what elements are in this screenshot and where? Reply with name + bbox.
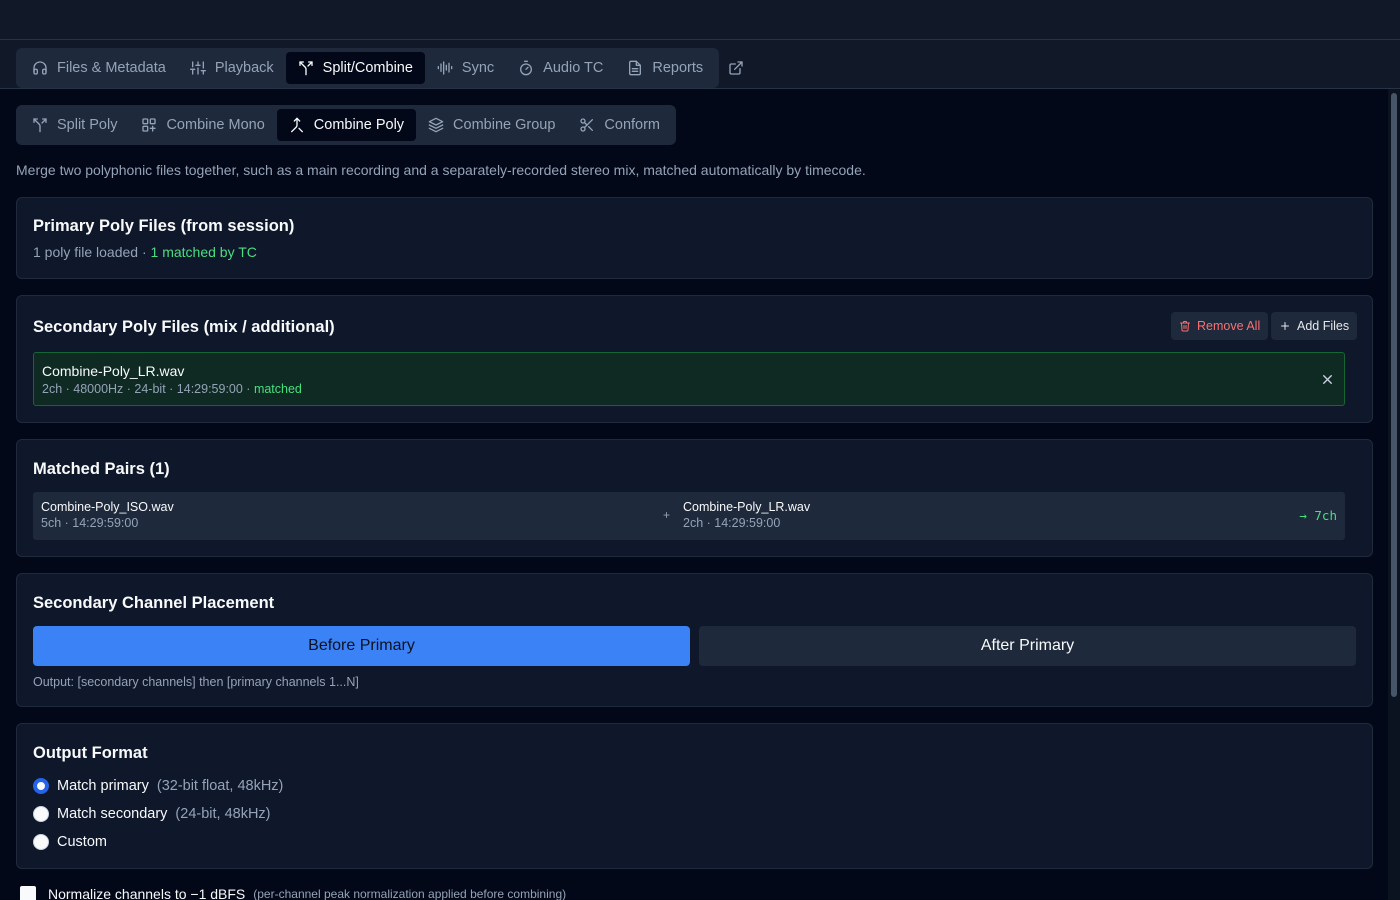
- card-title: Matched Pairs (1): [33, 460, 170, 478]
- tab-playback[interactable]: Playback: [178, 52, 286, 84]
- close-icon[interactable]: [1320, 372, 1335, 387]
- radio-button[interactable]: [33, 806, 49, 822]
- main-tab-group: Files & Metadata Playback Split/Combine …: [16, 48, 720, 88]
- file-details: 2ch · 48000Hz · 24-bit · 14:29:59:00 · m…: [42, 382, 302, 396]
- split-icon: [33, 118, 47, 133]
- tab-combine-poly[interactable]: Combine Poly: [276, 109, 417, 141]
- tab-label: Conform: [604, 117, 661, 133]
- card-title: Secondary Poly Files (mix / additional): [33, 318, 335, 336]
- split-icon: [298, 61, 313, 76]
- tab-reports[interactable]: Reports: [615, 52, 715, 84]
- primary-status: 1 poly file loaded · 1 matched by TC: [33, 244, 257, 260]
- secondary-file-item: Combine-Poly_LR.wav 2ch · 48000Hz · 24-b…: [33, 352, 1345, 406]
- secondary-files-card: Secondary Poly Files (mix / additional) …: [16, 295, 1373, 423]
- timer-icon: [520, 60, 533, 76]
- radio-button[interactable]: [33, 778, 49, 794]
- matched-count: 1 matched by TC: [150, 244, 257, 260]
- channel-result: → 7ch: [1299, 508, 1337, 523]
- tab-label: Reports: [652, 60, 704, 76]
- waveform-icon: [437, 61, 453, 75]
- sub-tab-group: Split Poly Combine Mono Combine Poly Com…: [16, 105, 677, 145]
- loaded-count: 1 poly file loaded ·: [33, 244, 151, 260]
- radio-detail: (32-bit float, 48kHz): [156, 778, 284, 794]
- remove-all-button[interactable]: Remove All: [1171, 312, 1269, 340]
- before-primary-button[interactable]: Before Primary: [33, 626, 690, 666]
- tab-label: Playback: [214, 60, 274, 76]
- scissors-icon: [580, 118, 594, 132]
- radio-label: Match primary: [57, 778, 149, 794]
- button-label: Add Files: [1297, 319, 1350, 333]
- output-format-card: Output Format Match primary (32-bit floa…: [16, 723, 1373, 869]
- card-title: Secondary Channel Placement: [33, 594, 275, 612]
- scrollbar-thumb[interactable]: [1391, 93, 1397, 697]
- scrollbar[interactable]: [1388, 89, 1400, 900]
- match-status: matched: [253, 382, 302, 396]
- output-note: Output: [secondary channels] then [prima…: [33, 675, 359, 689]
- tab-label: Audio TC: [543, 60, 604, 76]
- sliders-icon: [189, 61, 206, 75]
- page-description: Merge two polyphonic files together, suc…: [16, 162, 866, 178]
- secondary-file-details: 2ch · 14:29:59:00: [683, 516, 781, 530]
- normalize-label: Normalize channels to −1 dBFS: [48, 886, 246, 900]
- add-files-button[interactable]: Add Files: [1271, 312, 1358, 340]
- tab-split-poly[interactable]: Split Poly: [20, 109, 129, 141]
- radio-custom[interactable]: Custom: [33, 834, 107, 850]
- radio-label: Custom: [57, 834, 107, 850]
- plus-separator: +: [663, 508, 671, 522]
- tab-label: Combine Group: [453, 117, 556, 133]
- secondary-file-name: Combine-Poly_LR.wav: [683, 500, 811, 514]
- tab-audio-tc[interactable]: Audio TC: [506, 52, 615, 84]
- file-name: Combine-Poly_LR.wav: [42, 363, 185, 379]
- tab-combine-mono[interactable]: Combine Mono: [129, 109, 276, 141]
- file-meta: 2ch · 48000Hz · 24-bit · 14:29:59:00 ·: [42, 382, 254, 396]
- title-bar: [0, 0, 1400, 40]
- radio-button[interactable]: [33, 834, 49, 850]
- plus-icon: [1281, 322, 1289, 330]
- headphones-icon: [33, 61, 47, 75]
- tab-files-metadata[interactable]: Files & Metadata: [20, 52, 178, 84]
- normalize-note: (per-channel peak normalization applied …: [253, 887, 567, 900]
- normalize-checkbox[interactable]: [20, 886, 36, 900]
- tab-label: Split Poly: [57, 117, 118, 133]
- channel-placement-card: Secondary Channel Placement Before Prima…: [16, 573, 1373, 707]
- after-primary-button[interactable]: After Primary: [699, 626, 1356, 666]
- tab-sync[interactable]: Sync: [425, 52, 506, 84]
- radio-match-secondary[interactable]: Match secondary (24-bit, 48kHz): [33, 806, 271, 822]
- matched-pair-row: Combine-Poly_ISO.wav 5ch · 14:29:59:00 +…: [33, 492, 1345, 540]
- tab-split-combine[interactable]: Split/Combine: [285, 52, 425, 84]
- tab-combine-group[interactable]: Combine Group: [416, 109, 567, 141]
- merge-icon: [290, 117, 303, 133]
- primary-file-details: 5ch · 14:29:59:00: [41, 516, 139, 530]
- tab-label: Combine Mono: [166, 117, 265, 133]
- card-title: Primary Poly Files (from session): [33, 217, 295, 235]
- tab-label: Combine Poly: [313, 117, 405, 133]
- radio-match-primary[interactable]: Match primary (32-bit float, 48kHz): [33, 778, 283, 794]
- tab-conform[interactable]: Conform: [567, 109, 672, 141]
- card-title: Output Format: [33, 744, 148, 762]
- trash-icon: [1180, 321, 1190, 332]
- grid-icon: [142, 118, 157, 132]
- primary-file-name: Combine-Poly_ISO.wav: [41, 500, 174, 514]
- primary-files-card: Primary Poly Files (from session) 1 poly…: [16, 197, 1373, 279]
- external-link-icon[interactable]: [728, 60, 744, 76]
- normalize-option[interactable]: Normalize channels to −1 dBFS (per-chann…: [20, 886, 566, 900]
- layers-icon: [428, 117, 444, 133]
- tab-label: Split/Combine: [322, 60, 413, 76]
- radio-detail: (24-bit, 48kHz): [175, 806, 271, 822]
- button-label: Remove All: [1197, 319, 1261, 333]
- document-icon: [629, 60, 642, 76]
- tab-label: Sync: [461, 60, 495, 76]
- radio-label: Match secondary: [57, 806, 168, 822]
- matched-pairs-card: Matched Pairs (1) Combine-Poly_ISO.wav 5…: [16, 439, 1373, 557]
- top-navigation-bar: Files & Metadata Playback Split/Combine …: [0, 40, 1400, 89]
- tab-label: Files & Metadata: [57, 60, 166, 76]
